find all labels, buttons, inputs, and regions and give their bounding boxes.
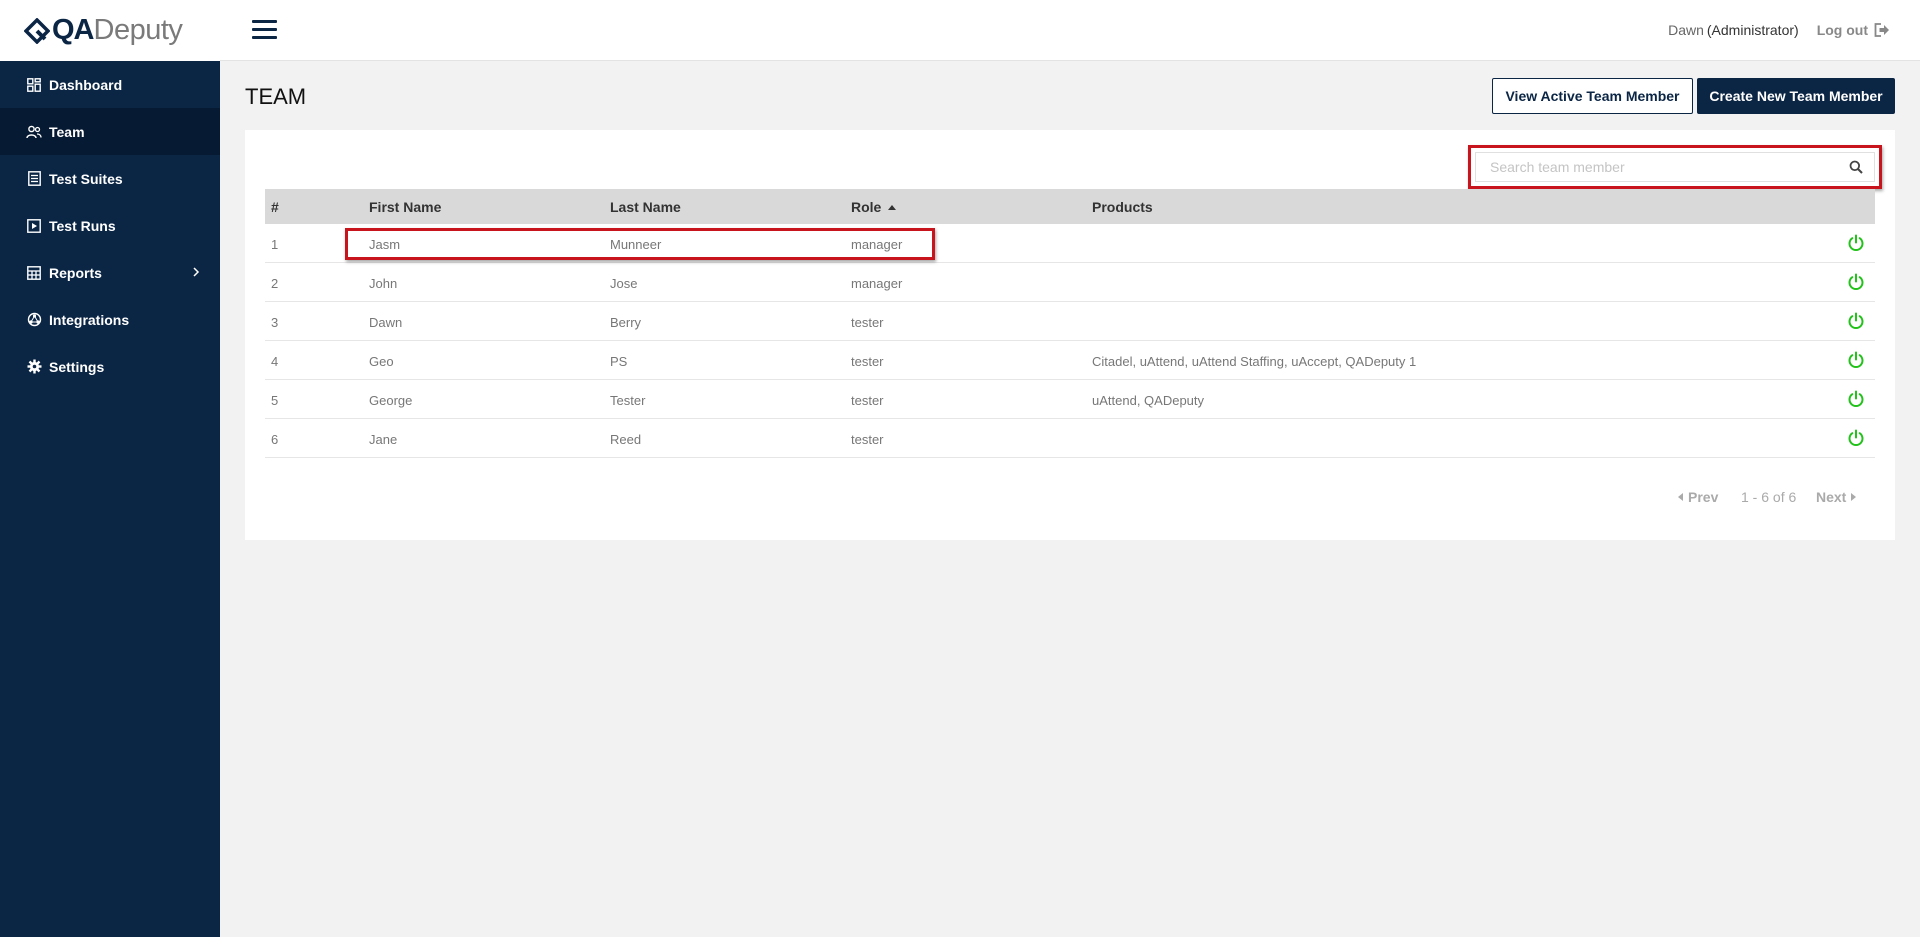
integrations-icon	[26, 312, 42, 328]
cell-number: 2	[271, 276, 279, 291]
top-bar: Dawn (Administrator) Log out	[220, 0, 1920, 61]
view-active-team-member-button[interactable]: View Active Team Member	[1492, 78, 1693, 114]
sidebar-item-reports[interactable]: Reports	[0, 249, 220, 296]
cell-first-name: John	[369, 276, 398, 291]
test-runs-icon	[26, 218, 42, 234]
sidebar-item-label: Settings	[49, 358, 105, 375]
sidebar-nav: Dashboard Team Test Suites Test Runs Rep…	[0, 61, 220, 390]
cell-first-name: Jasm	[369, 237, 401, 252]
reports-icon	[26, 265, 42, 281]
dashboard-icon	[26, 77, 42, 93]
column-header-role[interactable]: Role	[851, 199, 897, 215]
sidebar-item-label: Integrations	[49, 311, 130, 328]
power-icon[interactable]	[1847, 390, 1865, 408]
power-icon[interactable]	[1847, 429, 1865, 447]
table-row[interactable]: 6 Jane Reed tester	[265, 419, 1875, 458]
table-header: # First Name Last Name Role Products	[265, 189, 1875, 224]
sidebar-item-settings[interactable]: Settings	[0, 343, 220, 390]
sidebar-item-label: Test Runs	[49, 217, 116, 234]
column-header-last-name[interactable]: Last Name	[610, 199, 681, 215]
create-new-team-member-button[interactable]: Create New Team Member	[1697, 78, 1895, 114]
app-logo[interactable]: QA Deputy	[0, 0, 220, 61]
cell-first-name: Jane	[369, 432, 398, 447]
cell-last-name: Reed	[610, 432, 642, 447]
cell-products: uAttend, QADeputy	[1092, 393, 1205, 408]
user-area: Dawn (Administrator) Log out	[1668, 22, 1890, 38]
cell-last-name: Munneer	[610, 237, 662, 252]
power-icon[interactable]	[1847, 312, 1865, 330]
cell-last-name: Tester	[610, 393, 646, 408]
cell-first-name: Geo	[369, 354, 394, 369]
sidebar: QA Deputy Dashboard Team Test Suites Test…	[0, 0, 220, 937]
logo-text-bold: QA	[52, 14, 94, 46]
user-name: Dawn	[1668, 22, 1704, 38]
cell-role: manager	[851, 237, 903, 252]
logo-text-light: Deputy	[93, 14, 183, 46]
column-header-products[interactable]: Products	[1092, 199, 1153, 215]
pagination-range-text: 1 - 6 of 6	[1741, 489, 1797, 505]
cell-role: tester	[851, 315, 884, 330]
sidebar-item-integrations[interactable]: Integrations	[0, 296, 220, 343]
team-icon	[26, 124, 42, 140]
table-row[interactable]: 4 Geo PS tester Citadel, uAttend, uAttend St…	[265, 341, 1875, 380]
cell-number: 4	[271, 354, 279, 369]
chevron-right-icon	[192, 264, 200, 280]
sort-ascending-icon	[888, 205, 897, 210]
table-row[interactable]: 1 Jasm Munneer manager	[265, 224, 1875, 263]
power-icon[interactable]	[1847, 234, 1865, 252]
test-suites-icon	[26, 171, 42, 187]
sidebar-item-label: Test Suites	[49, 170, 123, 187]
cell-role: tester	[851, 393, 884, 408]
cell-role: manager	[851, 276, 903, 291]
prev-label: Prev	[1688, 489, 1719, 505]
sidebar-item-dashboard[interactable]: Dashboard	[0, 61, 220, 108]
sidebar-item-team[interactable]: Team	[0, 108, 220, 155]
cell-role: tester	[851, 354, 884, 369]
user-role: (Administrator)	[1706, 22, 1799, 38]
logout-link[interactable]: Log out	[1817, 22, 1890, 38]
next-page-button[interactable]: Next	[1816, 489, 1857, 505]
cell-last-name: Jose	[610, 276, 638, 291]
gear-icon	[26, 359, 42, 375]
sidebar-item-label: Reports	[49, 264, 102, 281]
team-table-card: # First Name Last Name Role Products 1 Ja…	[245, 130, 1895, 540]
search-highlight-box	[1468, 145, 1882, 189]
search-input[interactable]	[1475, 152, 1875, 182]
column-header-first-name[interactable]: First Name	[369, 199, 441, 215]
table-row[interactable]: 3 Dawn Berry tester	[265, 302, 1875, 341]
cell-products: Citadel, uAttend, uAttend Staffing, uAcc…	[1092, 354, 1417, 369]
sidebar-item-label: Team	[49, 123, 85, 140]
cell-last-name: Berry	[610, 315, 642, 330]
caret-right-icon	[1851, 493, 1857, 501]
logo-icon	[24, 17, 50, 44]
pagination-range: 1 - 6 of 6	[1741, 489, 1796, 505]
power-icon[interactable]	[1847, 273, 1865, 291]
cell-last-name: PS	[610, 354, 628, 369]
logout-icon	[1874, 23, 1889, 37]
menu-toggle-icon[interactable]	[252, 20, 277, 40]
cell-first-name: Dawn	[369, 315, 403, 330]
caret-left-icon	[1678, 493, 1683, 501]
logout-label: Log out	[1816, 22, 1868, 38]
search-icon[interactable]	[1849, 160, 1863, 174]
sidebar-item-test-suites[interactable]: Test Suites	[0, 155, 220, 202]
prev-page-button[interactable]: Prev	[1678, 489, 1718, 505]
page-title: TEAM	[245, 84, 307, 109]
cell-role: tester	[851, 432, 884, 447]
cell-number: 6	[271, 432, 279, 447]
cell-number: 3	[271, 315, 279, 330]
cell-number: 1	[271, 237, 279, 252]
table-row[interactable]: 5 George Tester tester uAttend, QADeputy	[265, 380, 1875, 419]
power-icon[interactable]	[1847, 351, 1865, 369]
column-header-number: #	[271, 199, 279, 215]
table-row[interactable]: 2 John Jose manager	[265, 263, 1875, 302]
sidebar-item-test-runs[interactable]: Test Runs	[0, 202, 220, 249]
cell-number: 5	[271, 393, 279, 408]
column-header-role-label: Role	[851, 199, 882, 215]
sidebar-item-label: Dashboard	[49, 76, 123, 93]
cell-first-name: George	[369, 393, 413, 408]
next-label: Next	[1816, 489, 1847, 505]
